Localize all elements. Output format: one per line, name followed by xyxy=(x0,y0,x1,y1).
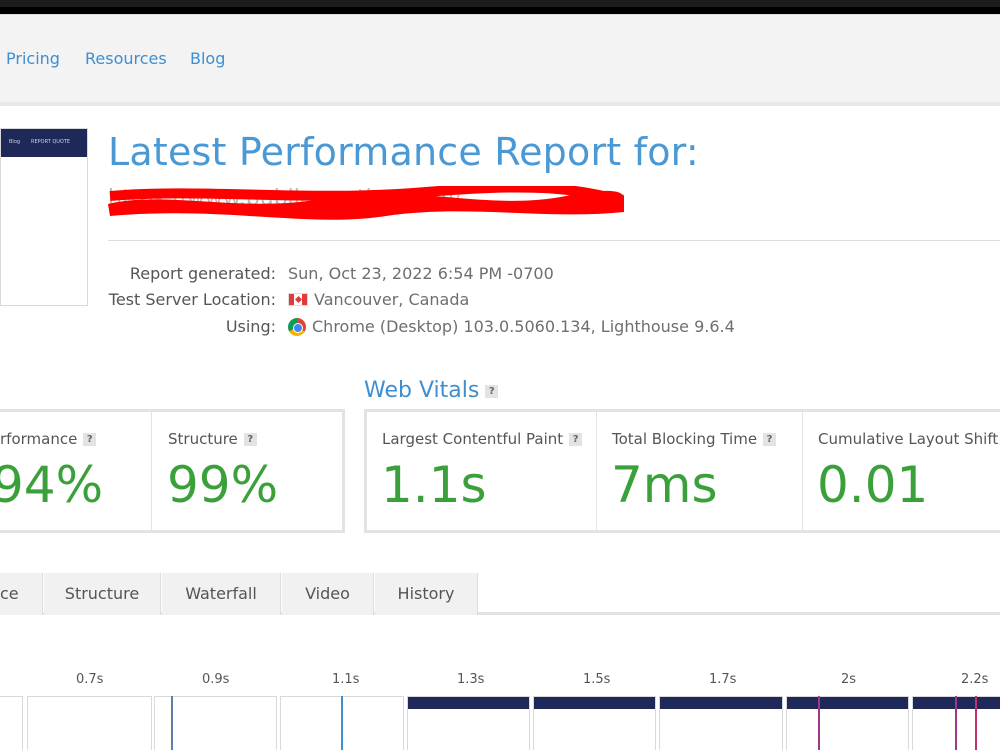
help-icon[interactable]: ? xyxy=(83,433,97,446)
help-icon[interactable]: ? xyxy=(763,433,777,446)
lcp-label: Largest Contentful Paint? xyxy=(382,430,583,448)
tab-video[interactable]: Video xyxy=(282,573,374,615)
thumbnail-site-header: Blog REPORT QUOTE xyxy=(1,129,87,157)
structure-card: Structure? 99% xyxy=(153,412,342,530)
tab-structure[interactable]: Structure xyxy=(44,573,161,615)
performance-score: 94% xyxy=(0,456,104,514)
filmstrip-marker-line xyxy=(975,696,977,750)
page-screenshot-thumbnail[interactable]: Blog REPORT QUOTE xyxy=(0,128,88,306)
nav-link-blog[interactable]: Blog xyxy=(190,49,225,68)
filmstrip-time-label: 1.3s xyxy=(457,672,485,687)
filmstrip-time-label: 0.9s xyxy=(202,672,230,687)
test-server-location-text: Vancouver, Canada xyxy=(314,290,470,309)
cls-card: Cumulative Layout Shift 0.01 xyxy=(803,412,1000,530)
redaction-scribble xyxy=(108,186,624,220)
tbt-card: Total Blocking Time? 7ms xyxy=(597,412,803,530)
tab-waterfall[interactable]: Waterfall xyxy=(162,573,281,615)
help-icon[interactable]: ? xyxy=(569,433,583,446)
top-navigation: Pricing Resources Blog xyxy=(0,14,1000,102)
report-generated-value: Sun, Oct 23, 2022 6:54 PM -0700 xyxy=(288,264,554,283)
performance-card: rformance? 94% xyxy=(0,412,152,530)
filmstrip-marker-line xyxy=(171,696,173,750)
structure-score: 99% xyxy=(167,456,279,514)
filmstrip-frame[interactable] xyxy=(786,696,909,750)
filmstrip-time-label: 1.5s xyxy=(583,672,611,687)
filmstrip-marker-line xyxy=(818,696,820,750)
filmstrip-marker-line xyxy=(955,696,957,750)
filmstrip-frame[interactable] xyxy=(27,696,152,750)
test-server-location-label: Test Server Location: xyxy=(108,290,276,309)
filmstrip-frame[interactable] xyxy=(533,696,656,750)
web-vitals-heading: Web Vitals? xyxy=(364,378,499,403)
filmstrip-time-label: 1.7s xyxy=(709,672,737,687)
using-value: Chrome (Desktop) 103.0.5060.134, Lightho… xyxy=(288,317,735,336)
report-title: Latest Performance Report for: xyxy=(108,130,699,174)
report-generated-text: Sun, Oct 23, 2022 6:54 PM -0700 xyxy=(288,264,554,283)
report-tabs: ce Structure Waterfall Video History xyxy=(0,573,1000,615)
report-generated-label: Report generated: xyxy=(129,264,276,283)
canada-flag-icon xyxy=(288,293,308,306)
cls-label: Cumulative Layout Shift xyxy=(818,430,999,448)
performance-label: rformance? xyxy=(0,430,97,448)
filmstrip-time-label: 2.2s xyxy=(961,672,989,687)
tbt-value: 7ms xyxy=(611,456,718,514)
filmstrip-time-label: 1.1s xyxy=(332,672,360,687)
web-vitals-title: Web Vitals xyxy=(364,378,480,403)
help-icon[interactable]: ? xyxy=(485,384,499,398)
web-vitals-cards: Largest Contentful Paint? 1.1s Total Blo… xyxy=(364,409,1000,533)
nav-link-pricing[interactable]: Pricing xyxy=(6,49,60,68)
structure-label: Structure? xyxy=(168,430,257,448)
tab-performance[interactable]: ce xyxy=(0,573,43,615)
using-text: Chrome (Desktop) 103.0.5060.134, Lightho… xyxy=(312,317,735,336)
lcp-value: 1.1s xyxy=(381,456,487,514)
thumbnail-nav-item: Blog xyxy=(9,139,21,145)
nav-link-resources[interactable]: Resources xyxy=(85,49,167,68)
filmstrip-frame[interactable] xyxy=(0,696,23,750)
lcp-card: Largest Contentful Paint? 1.1s xyxy=(367,412,597,530)
test-server-location-value: Vancouver, Canada xyxy=(288,290,469,309)
grade-cards: rformance? 94% Structure? 99% xyxy=(0,409,345,533)
filmstrip-time-label: 2s xyxy=(841,672,857,687)
chrome-icon xyxy=(288,317,306,336)
filmstrip-frame[interactable] xyxy=(659,696,783,750)
tab-history[interactable]: History xyxy=(375,573,478,615)
using-label: Using: xyxy=(225,317,276,336)
thumbnail-nav-item: REPORT QUOTE xyxy=(31,139,71,145)
filmstrip-frame[interactable] xyxy=(407,696,530,750)
tbt-label: Total Blocking Time? xyxy=(612,430,777,448)
filmstrip-marker-line xyxy=(341,696,343,750)
cls-value: 0.01 xyxy=(817,456,929,514)
title-divider xyxy=(108,240,1000,241)
help-icon[interactable]: ? xyxy=(243,433,257,446)
window-top-edge xyxy=(0,0,1000,7)
filmstrip-time-label: 0.7s xyxy=(76,672,104,687)
report-main: Blog REPORT QUOTE Latest Performance Rep… xyxy=(0,102,1000,750)
